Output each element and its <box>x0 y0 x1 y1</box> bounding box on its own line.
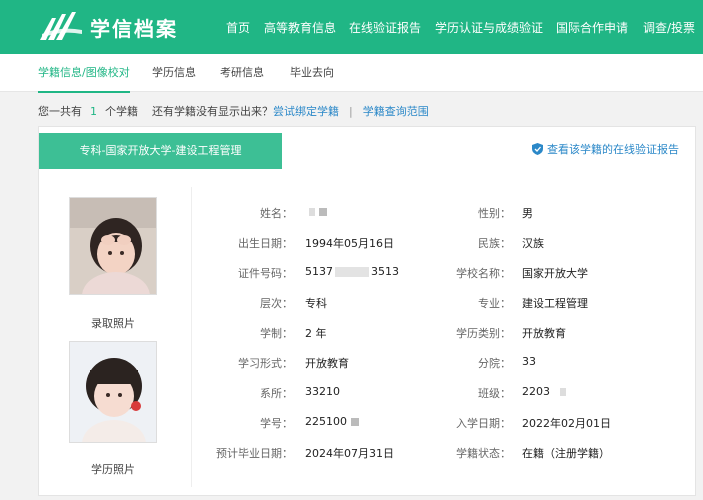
label-study-mode: 学习形式： <box>238 357 293 370</box>
label-duration: 学制： <box>260 327 293 340</box>
label-class: 班级： <box>478 387 511 400</box>
summary-prefix: 您一共有 <box>38 105 82 118</box>
value-degree-category: 开放教育 <box>522 327 566 340</box>
student-record-card: 专科-国家开放大学-建设工程管理 查看该学籍的在线验证报告 录取照片 学历照片 … <box>38 126 696 496</box>
verify-report-link[interactable]: 查看该学籍的在线验证报告 <box>532 141 679 157</box>
value-class: 2203 <box>522 385 566 398</box>
bind-record-link[interactable]: 尝试绑定学籍 <box>273 103 339 119</box>
value-birth-date: 1994年05月16日 <box>305 237 394 250</box>
tab-degree-info[interactable]: 学历信息 <box>152 54 196 92</box>
label-degree-category: 学历类别： <box>456 327 511 340</box>
value-enrollment-date: 2022年02月01日 <box>522 417 611 430</box>
verify-report-label: 查看该学籍的在线验证报告 <box>547 143 679 156</box>
value-gender: 男 <box>522 207 533 220</box>
label-enrollment-date: 入学日期： <box>456 417 511 430</box>
tab-student-status[interactable]: 学籍信息/图像校对 <box>38 54 130 93</box>
label-gender: 性别： <box>478 207 511 220</box>
value-department: 33210 <box>305 385 340 398</box>
label-level: 层次： <box>260 297 293 310</box>
logo[interactable]: 学信档案 <box>38 12 178 42</box>
value-branch: 33 <box>522 355 536 368</box>
query-range-link[interactable]: 学籍查询范围 <box>363 103 429 119</box>
label-department: 系所： <box>260 387 293 400</box>
value-record-status: 在籍（注册学籍） <box>522 447 610 460</box>
value-name <box>305 205 327 218</box>
label-record-status: 学籍状态： <box>456 447 511 460</box>
record-count: 1 <box>90 104 97 118</box>
label-birth-date: 出生日期： <box>238 237 293 250</box>
nav-higher-education[interactable]: 高等教育信息 <box>264 19 336 36</box>
value-ethnicity: 汉族 <box>522 237 544 250</box>
label-student-id: 学号： <box>260 417 293 430</box>
nav-international[interactable]: 国际合作申请 <box>556 19 628 36</box>
label-id-number: 证件号码： <box>238 267 293 280</box>
value-school-name: 国家开放大学 <box>522 267 588 280</box>
nav-survey[interactable]: 调查/投票 <box>643 19 695 36</box>
admission-photo-caption: 录取照片 <box>91 317 135 330</box>
record-summary: 您一共有 1 个学籍 还有学籍没有显示出来？ 尝试绑定学籍 | 学籍查询范围 <box>38 103 429 119</box>
tab-postgrad-exam[interactable]: 考研信息 <box>220 54 264 92</box>
logo-text: 学信档案 <box>90 16 178 41</box>
sub-nav: 学籍信息/图像校对 学历信息 考研信息 毕业去向 <box>0 54 703 93</box>
value-major: 建设工程管理 <box>522 297 588 310</box>
shield-icon <box>532 143 543 155</box>
label-school-name: 学校名称： <box>456 267 511 280</box>
nav-online-verification[interactable]: 在线验证报告 <box>349 19 421 36</box>
label-major: 专业： <box>478 297 511 310</box>
top-header: 学信档案 首页 高等教育信息 在线验证报告 学历认证与成绩验证 国际合作申请 调… <box>0 0 703 54</box>
missing-question: 还有学籍没有显示出来？ <box>152 105 273 118</box>
value-duration: 2 年 <box>305 327 327 340</box>
education-photo-image <box>70 342 156 442</box>
tab-graduation-destination[interactable]: 毕业去向 <box>290 54 334 92</box>
value-id-number: 5137 3513 <box>305 265 399 278</box>
admission-photo-image <box>70 198 156 294</box>
value-level: 专科 <box>305 297 327 310</box>
label-ethnicity: 民族： <box>478 237 511 250</box>
label-name: 姓名： <box>260 207 293 220</box>
summary-suffix: 个学籍 <box>105 105 138 118</box>
label-expected-graduation: 预计毕业日期： <box>216 447 293 460</box>
nav-degree-certification[interactable]: 学历认证与成绩验证 <box>435 19 543 36</box>
value-expected-graduation: 2024年07月31日 <box>305 447 394 460</box>
education-photo-caption: 学历照片 <box>91 463 135 476</box>
school-record-tab[interactable]: 专科-国家开放大学-建设工程管理 <box>39 133 282 169</box>
value-study-mode: 开放教育 <box>305 357 349 370</box>
separator: | <box>349 104 353 118</box>
logo-icon <box>40 12 82 40</box>
nav-home[interactable]: 首页 <box>226 19 250 36</box>
admission-photo <box>69 197 157 295</box>
label-branch: 分院： <box>478 357 511 370</box>
education-photo <box>69 341 157 443</box>
value-student-id: 225100 <box>305 415 359 428</box>
